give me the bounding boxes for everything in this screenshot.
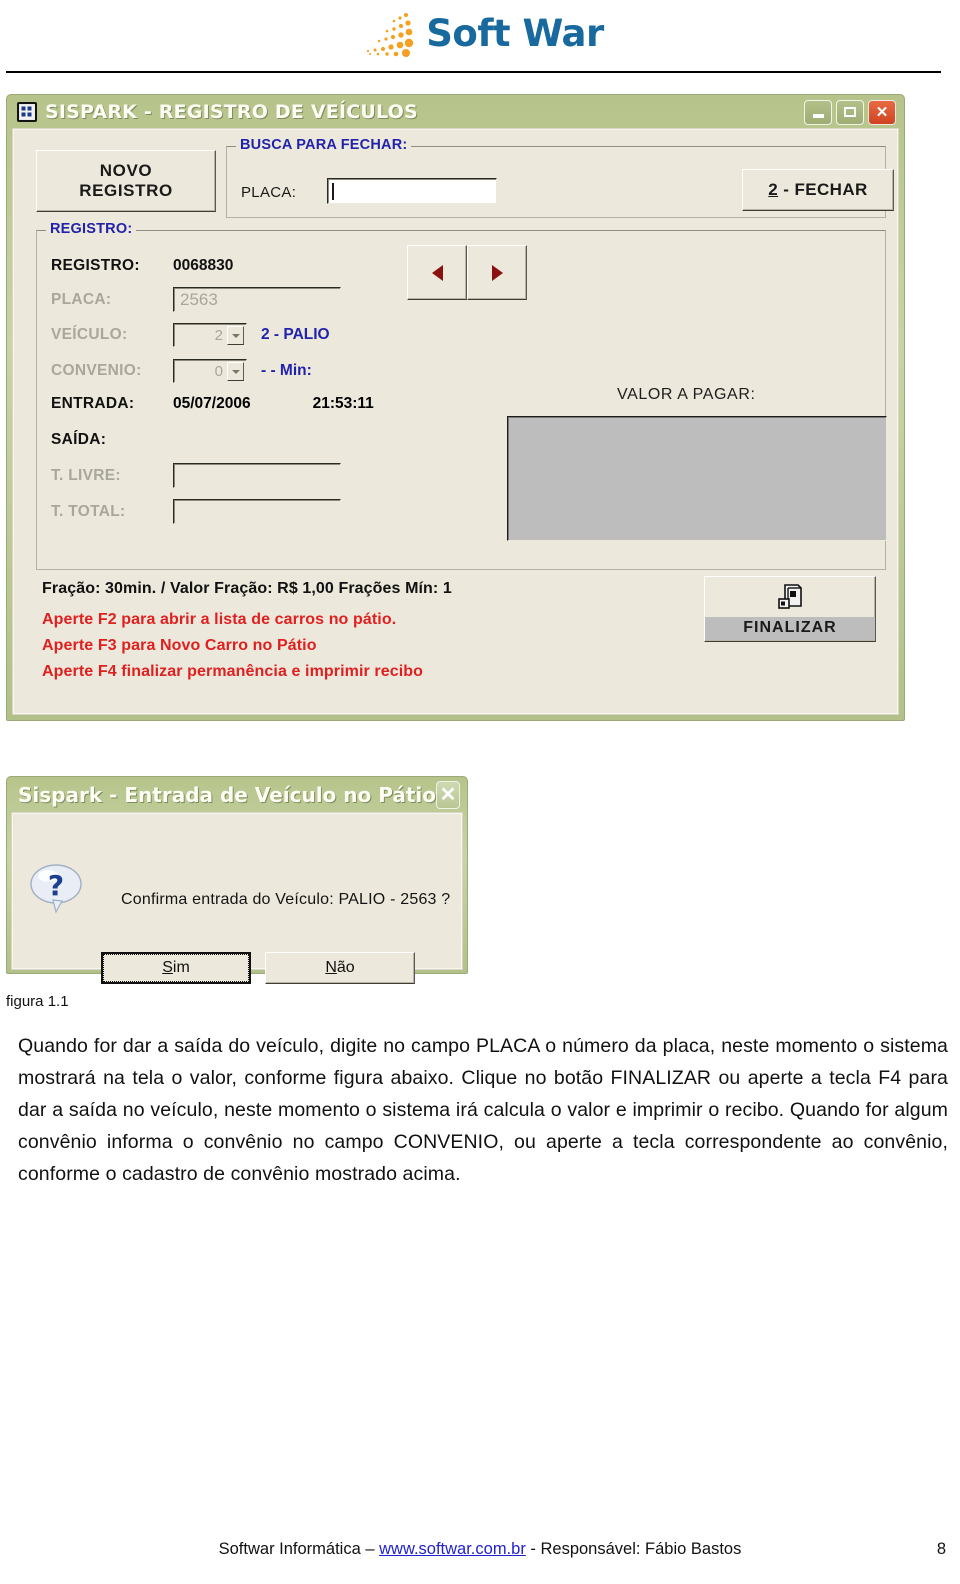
sispark-main-window: SISPARK - REGISTRO DE VEÍCULOS ✕ NOVO RE…: [6, 94, 905, 721]
header-divider: [6, 71, 941, 73]
t-total-label: T. TOTAL:: [51, 502, 126, 520]
veiculo-row: VEÍCULO: 2 2 - PALIO: [51, 323, 330, 347]
maximize-button[interactable]: [836, 99, 864, 125]
registro-label: REGISTRO:: [51, 257, 140, 274]
fechar-label: - FECHAR: [778, 180, 868, 199]
registro-row: REGISTRO: 0068830: [51, 257, 233, 275]
brand-logo: Soft War: [0, 0, 960, 66]
window-controls: ✕: [804, 99, 896, 125]
text-caret: [332, 182, 334, 200]
dialog-close-button[interactable]: ✕: [435, 781, 460, 809]
dialog-yes-button[interactable]: Sim: [101, 952, 251, 984]
valor-a-pagar-label: VALOR A PAGAR:: [617, 386, 756, 403]
dialog-titlebar[interactable]: Sispark - Entrada de Veículo no Pátio ✕: [12, 777, 462, 813]
grid-form-icon: [17, 102, 37, 122]
close-icon: ✕: [875, 103, 889, 121]
hint-f2: Aperte F2 para abrir a lista de carros n…: [42, 611, 397, 628]
t-livre-label: T. LIVRE:: [51, 466, 121, 484]
close-button[interactable]: ✕: [868, 99, 896, 125]
busca-group-legend: BUSCA PARA FECHAR:: [236, 137, 412, 153]
question-balloon-icon: ?: [29, 862, 85, 919]
footer-link[interactable]: www.softwar.com.br: [379, 1540, 526, 1558]
printer-books-icon: [775, 577, 805, 617]
veiculo-description: 2 - PALIO: [261, 326, 330, 343]
entrada-time: 21:53:11: [312, 395, 374, 412]
dialog-message: Confirma entrada do Veículo: PALIO - 256…: [121, 891, 451, 908]
placa-label: PLACA:: [51, 290, 112, 308]
placa-row: PLACA: 2563: [51, 287, 341, 312]
registro-group-legend: REGISTRO:: [46, 221, 137, 237]
dialog-title: Sispark - Entrada de Veículo no Pátio: [18, 783, 436, 807]
window-client-area: NOVO REGISTRO BUSCA PARA FECHAR: PLACA: …: [12, 128, 899, 715]
valor-a-pagar-display: [507, 416, 887, 541]
hint-f4: Aperte F4 finalizar permanência e imprim…: [42, 663, 424, 680]
t-total-input[interactable]: [173, 499, 341, 524]
prev-record-button[interactable]: [407, 245, 467, 300]
entrada-label: ENTRADA:: [51, 395, 135, 412]
orange-dot-swoosh-icon: [367, 13, 414, 57]
fracao-info: Fração: 30min. / Valor Fração: R$ 1,00 F…: [42, 580, 452, 597]
window-titlebar[interactable]: SISPARK - REGISTRO DE VEÍCULOS ✕: [13, 95, 898, 129]
window-title: SISPARK - REGISTRO DE VEÍCULOS: [45, 101, 418, 123]
busca-placa-input[interactable]: [327, 178, 497, 204]
convenio-row: CONVENIO: 0 - - Min:: [51, 359, 312, 383]
fechar-accel: 2: [768, 180, 779, 199]
convenio-select-value: 0: [214, 362, 223, 380]
veiculo-select[interactable]: 2: [173, 323, 247, 347]
arrow-left-icon: [431, 264, 443, 281]
veiculo-select-value: 2: [214, 326, 223, 344]
figure-caption: figura 1.1: [6, 993, 69, 1010]
footer-prefix: Softwar Informática –: [218, 1540, 380, 1558]
registro-group: REGISTRO: REGISTRO: 0068830 PLACA: 2563 …: [36, 221, 887, 570]
registro-value: 0068830: [173, 257, 234, 274]
placa-input[interactable]: 2563: [173, 287, 341, 312]
next-record-button[interactable]: [467, 245, 527, 300]
yes-accel: S: [162, 959, 173, 976]
chevron-down-icon[interactable]: [227, 362, 244, 381]
convenio-select[interactable]: 0: [173, 359, 247, 383]
dialog-body: ? Confirma entrada do Veículo: PALIO - 2…: [11, 812, 463, 984]
entrada-row: ENTRADA: 05/07/2006 21:53:11: [51, 395, 374, 413]
arrow-right-icon: [491, 264, 503, 281]
page-number: 8: [936, 1540, 946, 1558]
finalizar-button[interactable]: FINALIZAR: [704, 576, 876, 642]
busca-placa-label: PLACA:: [241, 184, 297, 201]
chevron-down-icon[interactable]: [227, 326, 244, 345]
logo-text: Soft War: [426, 11, 604, 55]
hint-f3: Aperte F3 para Novo Carro no Pátio: [42, 637, 317, 654]
t-livre-input[interactable]: [173, 463, 341, 488]
dialog-no-button[interactable]: Não: [265, 952, 415, 984]
t-livre-row: T. LIVRE:: [51, 463, 341, 488]
record-navigation: [407, 245, 527, 300]
novo-registro-label-line1: NOVO: [99, 160, 153, 180]
no-accel: N: [325, 959, 337, 976]
novo-registro-button[interactable]: NOVO REGISTRO: [36, 150, 216, 212]
fechar-button[interactable]: 2 - FECHAR: [742, 169, 894, 211]
novo-registro-label-line2: REGISTRO: [79, 181, 173, 200]
footer-suffix: - Responsável: Fábio Bastos: [525, 1540, 742, 1558]
minimize-button[interactable]: [804, 99, 832, 125]
convenio-label: CONVENIO:: [51, 362, 142, 379]
entrada-date: 05/07/2006: [173, 395, 251, 412]
confirm-entrada-dialog: Sispark - Entrada de Veículo no Pátio ✕ …: [6, 776, 468, 984]
close-icon: ✕: [439, 784, 457, 806]
convenio-description: - - Min:: [261, 362, 312, 379]
veiculo-label: VEÍCULO:: [51, 326, 128, 343]
page-footer: Softwar Informática – www.softwar.com.br…: [0, 1540, 960, 1559]
t-total-row: T. TOTAL:: [51, 499, 341, 524]
finalizar-label: FINALIZAR: [705, 617, 875, 640]
svg-text:?: ?: [48, 869, 64, 902]
busca-para-fechar-group: BUSCA PARA FECHAR: PLACA: 2 - FECHAR: [226, 137, 894, 218]
body-paragraph: Quando for dar a saída do veículo, digit…: [18, 1035, 948, 1185]
saida-row: SAÍDA:: [51, 431, 173, 449]
saida-label: SAÍDA:: [51, 431, 107, 448]
placa-value: 2563: [180, 289, 218, 309]
